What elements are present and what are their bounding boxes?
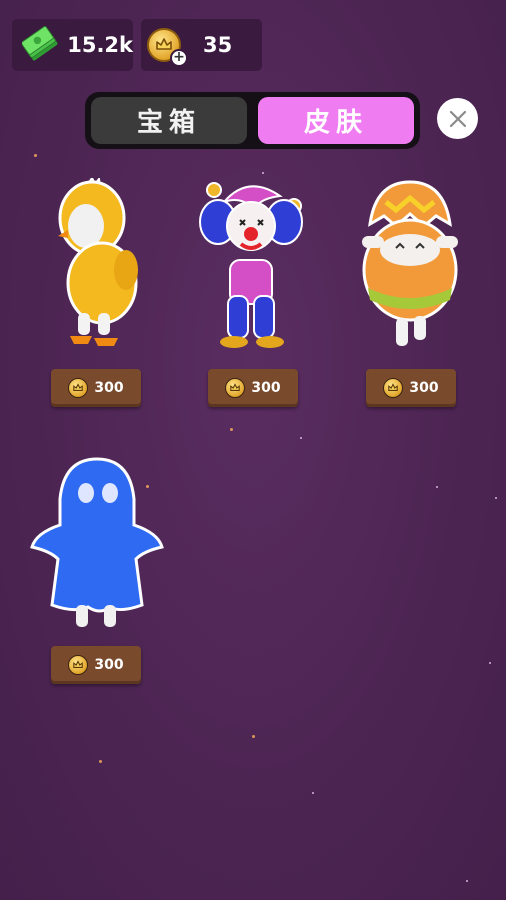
- price-label: 300: [251, 380, 281, 396]
- sparkle: [300, 437, 302, 439]
- sparkle: [252, 735, 255, 738]
- sparkle: [466, 880, 468, 882]
- close-icon: [449, 110, 466, 127]
- sparkle: [99, 760, 102, 763]
- skin-item-chicken[interactable]: [26, 176, 156, 362]
- blue-ghost-figure: [30, 457, 164, 627]
- crown-coin-icon: [68, 378, 89, 398]
- price-label: 300: [409, 380, 439, 396]
- cash-counter: 15.2k: [12, 19, 133, 71]
- tab-chest[interactable]: 宝箱: [91, 97, 247, 144]
- cash-stack-icon: [22, 26, 58, 61]
- skin-item-egg[interactable]: [346, 178, 476, 362]
- sparkle: [230, 428, 233, 431]
- sparkle: [262, 172, 264, 174]
- cash-amount: 15.2k: [67, 33, 133, 57]
- crown-coin-icon: [68, 655, 89, 675]
- price-label: 300: [94, 380, 124, 396]
- skin-item-clown[interactable]: [188, 178, 318, 362]
- buy-button-chicken[interactable]: 300: [51, 369, 141, 407]
- add-crown-button[interactable]: +: [170, 49, 188, 67]
- buy-button-egg[interactable]: 300: [366, 369, 456, 407]
- crown-coin-icon: [383, 378, 404, 398]
- crown-counter[interactable]: + 35: [141, 19, 262, 71]
- sparkle: [489, 662, 491, 664]
- chicken-costume-figure: [58, 176, 138, 346]
- easter-egg-figure: [362, 180, 458, 346]
- close-button[interactable]: [437, 98, 478, 139]
- price-label: 300: [94, 657, 124, 673]
- sparkle: [34, 154, 37, 157]
- skin-item-ghost[interactable]: [30, 455, 164, 639]
- sparkle: [495, 497, 497, 499]
- tab-skin[interactable]: 皮肤: [258, 97, 414, 144]
- buy-button-ghost[interactable]: 300: [51, 646, 141, 684]
- sparkle: [436, 486, 438, 488]
- shop-tab-bar: 宝箱 皮肤: [85, 92, 420, 149]
- sparkle: [312, 792, 314, 794]
- jester-clown-figure: [199, 182, 303, 348]
- crown-amount: 35: [203, 33, 233, 57]
- buy-button-clown[interactable]: 300: [208, 369, 298, 407]
- crown-coin-icon: [225, 378, 246, 398]
